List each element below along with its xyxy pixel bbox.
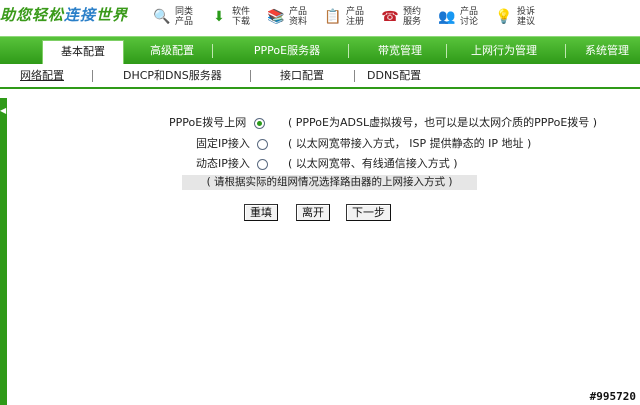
dynamic-ip-radio[interactable] [257, 158, 269, 170]
logo-tail-text: 世界 [96, 6, 129, 24]
quick-link-software-download[interactable]: ⬇ 软件下载 [209, 2, 258, 32]
subnav-separator [250, 70, 251, 82]
option-static-ip-label: 固定IP接入 [196, 137, 250, 150]
phone-icon: ☎ [381, 9, 399, 25]
quick-link-similar-products[interactable]: 🔍 同类产品 [152, 2, 201, 32]
tab-basic-config[interactable]: 基本配置 [42, 40, 124, 65]
option-pppoe-desc: ( PPPoE为ADSL虚拟拨号，也可以是以太网介质的PPPoE拨号 ) [288, 116, 598, 129]
search-icon: 🔍 [153, 9, 171, 25]
nav-separator [446, 44, 447, 58]
nav-separator [348, 44, 349, 58]
option-pppoe-label: PPPoE拨号上网 [169, 116, 247, 129]
image-watermark: #995720 [589, 390, 636, 403]
sub-nav: 网络配置 DHCP和DNS服务器 接口配置 DDNS配置 [0, 64, 640, 89]
nav-separator [212, 44, 213, 58]
option-dynamic-ip-label: 动态IP接入 [196, 157, 250, 170]
download-icon: ⬇ [213, 9, 225, 25]
subtab-dhcp-dns[interactable]: DHCP和DNS服务器 [123, 64, 222, 87]
tab-bandwidth[interactable]: 带宽管理 [360, 37, 440, 65]
pppoe-radio[interactable] [253, 117, 265, 129]
logo-accent-text: 连接 [64, 6, 97, 24]
quick-link-label: 产品注册 [346, 7, 365, 27]
leave-button[interactable]: 离开 [296, 204, 330, 221]
top-header: 助您轻松连接世界 🔍 同类产品 ⬇ 软件下载 📚 产品资料 📋 产品注册 ☎ 预… [0, 0, 640, 34]
static-ip-radio[interactable] [257, 138, 269, 150]
subtab-interface-config[interactable]: 接口配置 [280, 64, 324, 87]
quick-link-product-discussion[interactable]: 👥 产品讨论 [437, 2, 486, 32]
quick-link-label: 产品资料 [289, 7, 308, 27]
users-icon: 👥 [438, 9, 456, 25]
main-nav: 基本配置 高级配置 PPPoE服务器 带宽管理 上网行为管理 系统管理 [0, 36, 640, 65]
option-static-ip-desc: ( 以太网宽带接入方式， ISP 提供静态的 IP 地址 ) [288, 137, 532, 150]
quick-link-product-register[interactable]: 📋 产品注册 [323, 2, 372, 32]
nav-separator [565, 44, 566, 58]
option-static-ip-row: 固定IP接入 [196, 135, 269, 153]
feedback-icon: 💡 [495, 9, 513, 25]
subtab-network-config[interactable]: 网络配置 [20, 64, 64, 87]
quick-link-label: 软件下载 [232, 7, 251, 27]
subtab-ddns-config[interactable]: DDNS配置 [367, 64, 421, 87]
quick-link-product-docs[interactable]: 📚 产品资料 [266, 2, 315, 32]
register-icon: 📋 [324, 9, 342, 25]
tab-advanced-config[interactable]: 高级配置 [136, 37, 208, 65]
book-icon: 📚 [267, 9, 285, 25]
left-sidebar-bar: ◀ [0, 98, 7, 405]
option-pppoe-row: PPPoE拨号上网 [169, 114, 265, 132]
quick-link-label: 同类产品 [175, 7, 194, 27]
quick-link-label: 预约服务 [403, 7, 422, 27]
subnav-separator [92, 70, 93, 82]
collapse-arrow-icon[interactable]: ◀ [0, 106, 6, 115]
next-step-button[interactable]: 下一步 [346, 204, 391, 221]
subnav-separator [354, 70, 355, 82]
tab-behavior-management[interactable]: 上网行为管理 [452, 37, 556, 65]
quick-link-feedback[interactable]: 💡 投诉建议 [494, 2, 543, 32]
reset-button[interactable]: 重填 [244, 204, 278, 221]
quick-link-label: 投诉建议 [517, 7, 536, 27]
option-dynamic-ip-desc: ( 以太网宽带、有线通信接入方式 ) [288, 157, 458, 170]
tab-pppoe-server[interactable]: PPPoE服务器 [232, 37, 342, 65]
quick-link-label: 产品讨论 [460, 7, 479, 27]
selection-hint: ( 请根据实际的组网情况选择路由器的上网接入方式 ) [182, 175, 477, 190]
tab-system-management[interactable]: 系统管理 [576, 37, 638, 65]
quick-links: 🔍 同类产品 ⬇ 软件下载 📚 产品资料 📋 产品注册 ☎ 预约服务 👥 产品讨… [152, 2, 551, 32]
option-dynamic-ip-row: 动态IP接入 [196, 155, 269, 173]
quick-link-book-service[interactable]: ☎ 预约服务 [380, 2, 429, 32]
brand-logo: 助您轻松连接世界 [0, 4, 128, 28]
logo-text: 助您轻松 [0, 6, 65, 24]
